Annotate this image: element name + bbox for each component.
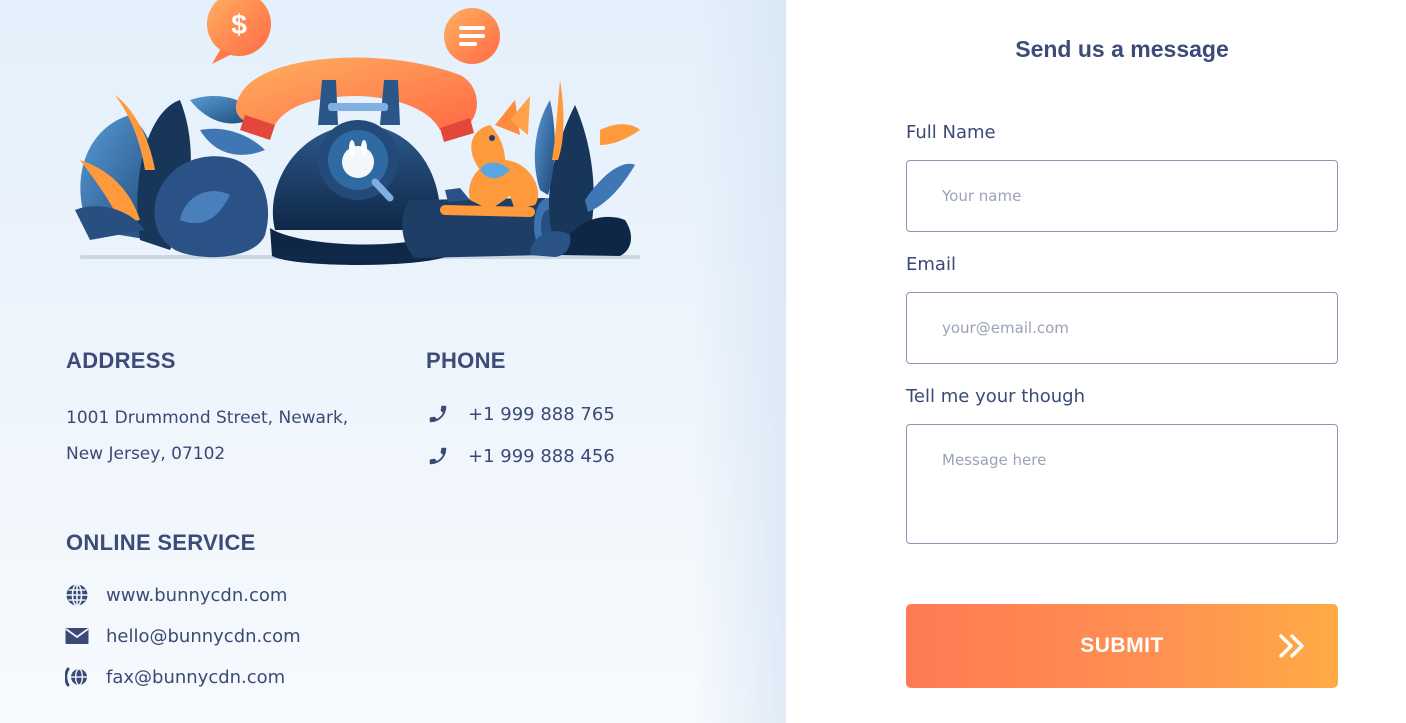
website-link[interactable]: www.bunnycdn.com [65,583,287,607]
online-service-heading: ONLINE SERVICE [66,530,256,555]
submit-button[interactable]: SUBMIT [906,604,1338,688]
fax-link[interactable]: fax@bunnycdn.com [65,665,285,689]
double-chevron-right-icon [1279,634,1304,658]
submit-label: SUBMIT [1080,634,1164,657]
email-label: Email [906,254,956,275]
mail-icon [65,624,89,648]
fax-text: fax@bunnycdn.com [106,666,286,688]
full-name-label: Full Name [906,122,996,143]
phone-icon [426,444,450,468]
email-input[interactable] [906,292,1338,364]
phone-number: +1 999 888 456 [468,445,615,467]
fax-icon [65,665,89,689]
message-textarea[interactable] [906,424,1338,544]
email-link[interactable]: hello@bunnycdn.com [65,624,301,648]
message-label: Tell me your though [906,386,1085,407]
website-text: www.bunnycdn.com [106,584,288,606]
address-heading: ADDRESS [66,348,176,373]
phone-heading: PHONE [426,348,506,373]
globe-icon [65,583,89,607]
svg-text:$: $ [231,9,247,40]
address-text: 1001 Drummond Street, Newark, New Jersey… [66,400,386,472]
telephone-illustration: $ [75,0,640,265]
phone-number: +1 999 888 765 [468,403,615,425]
address-line-2: New Jersey, 07102 [66,444,226,464]
full-name-input[interactable] [906,160,1338,232]
address-line-1: 1001 Drummond Street, Newark, [66,408,349,428]
email-text: hello@bunnycdn.com [106,625,301,647]
contact-info-panel: $ ADDRESS 1001 Drummond Street, Newark, … [0,0,786,723]
phone-icon [426,402,450,426]
form-title: Send us a message [1015,36,1229,62]
phone-item[interactable]: +1 999 888 456 [426,444,615,468]
phone-item[interactable]: +1 999 888 765 [426,402,615,426]
